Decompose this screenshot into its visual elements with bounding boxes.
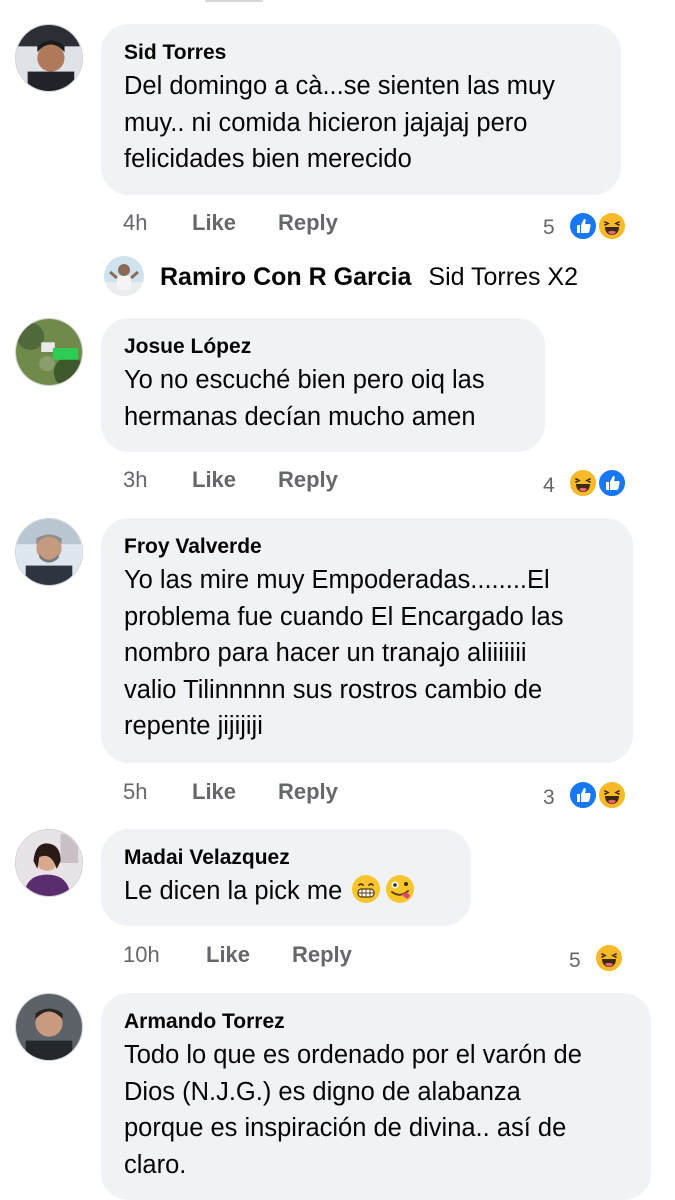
avatar[interactable] — [15, 518, 83, 586]
like-button[interactable]: Like — [192, 210, 236, 235]
reply-author[interactable]: Ramiro Con R Garcia — [160, 263, 411, 291]
comment-bubble: Josue López Yo no escuché bien pero oiq … — [101, 318, 545, 452]
like-button[interactable]: Like — [192, 467, 236, 492]
comment-text: Le dicen la pick me — [124, 873, 449, 910]
reply-button[interactable]: Reply — [278, 210, 338, 235]
comment-bubble: Sid Torres Del domingo a cà...se sienten… — [101, 24, 621, 195]
reply-button[interactable]: Reply — [292, 942, 352, 967]
comment-bubble: Armando Torrez Todo lo que es ordenado p… — [101, 993, 651, 1200]
reaction-count[interactable]: 4 — [543, 474, 555, 498]
haha-reaction-icon[interactable] — [598, 781, 626, 809]
comment-time[interactable]: 5h — [123, 779, 147, 804]
like-reaction-icon[interactable] — [569, 212, 597, 240]
top-divider — [205, 0, 263, 2]
comment-bubble: Madai Velazquez Le dicen la pick me — [101, 829, 471, 926]
zany-face-emoji-icon — [385, 874, 415, 904]
comment-author[interactable]: Froy Valverde — [124, 534, 611, 560]
reaction-count[interactable]: 5 — [543, 216, 555, 240]
haha-reaction-icon[interactable] — [595, 944, 623, 972]
avatar[interactable] — [15, 318, 83, 386]
avatar[interactable] — [15, 24, 83, 92]
reply-text: Sid Torres X2 — [428, 263, 579, 291]
comment-time[interactable]: 4h — [123, 210, 147, 235]
reaction-count[interactable]: 3 — [543, 786, 555, 810]
comment-text: Del domingo a cà...se sienten las muy mu… — [124, 72, 555, 173]
haha-reaction-icon[interactable] — [569, 469, 597, 497]
avatar[interactable] — [15, 829, 83, 897]
grinning-face-emoji-icon — [351, 874, 381, 904]
comment-time[interactable]: 10h — [123, 942, 160, 967]
reply-button[interactable]: Reply — [278, 467, 338, 492]
comment-text: Todo lo que es ordenado por el varón de … — [124, 1041, 582, 1179]
like-reaction-icon[interactable] — [569, 781, 597, 809]
comment-author[interactable]: Armando Torrez — [124, 1009, 629, 1035]
reply-button[interactable]: Reply — [278, 779, 338, 804]
like-button[interactable]: Like — [206, 942, 250, 967]
comment-text: Yo no escuché bien pero oiq las hermanas… — [124, 366, 485, 431]
reply-avatar[interactable] — [104, 256, 144, 296]
avatar[interactable] — [15, 993, 83, 1061]
reaction-count[interactable]: 5 — [569, 949, 581, 973]
comment-author[interactable]: Sid Torres — [124, 40, 599, 66]
reply-preview[interactable]: Ramiro Con R Garcia Sid Torres X2 — [160, 263, 578, 292]
comment-time[interactable]: 3h — [123, 467, 147, 492]
comment-author[interactable]: Madai Velazquez — [124, 845, 449, 871]
comment-bubble: Froy Valverde Yo las mire muy Empoderada… — [101, 518, 633, 763]
like-reaction-icon[interactable] — [598, 469, 626, 497]
comment-meta: 4h — [123, 210, 147, 236]
comment-author[interactable]: Josue López — [124, 334, 523, 360]
haha-reaction-icon[interactable] — [598, 212, 626, 240]
like-button[interactable]: Like — [192, 779, 236, 804]
comment-text: Yo las mire muy Empoderadas........El pr… — [124, 566, 564, 740]
